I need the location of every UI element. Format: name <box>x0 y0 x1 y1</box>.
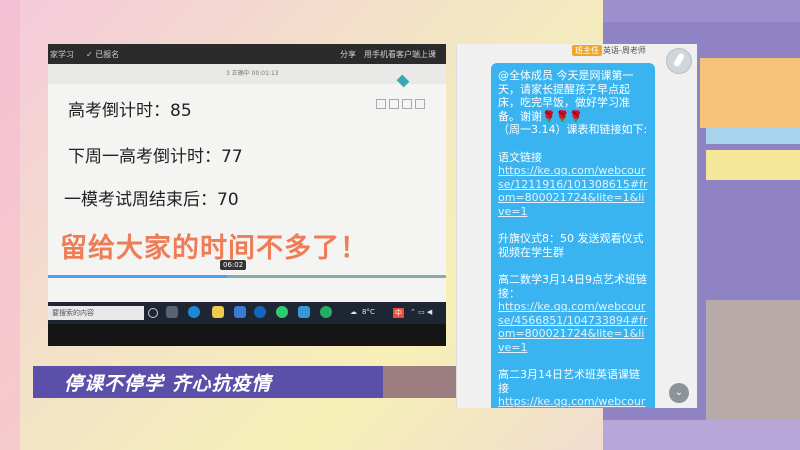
temperature-readout: 8°C <box>362 308 375 316</box>
slide-slogan: 留给大家的时间不多了！ <box>60 233 368 264</box>
slide-toolbar: 3 正确中 00:01:13 <box>48 64 446 84</box>
video-topbar: 家学习 ✓ 已报名 分享 用手机看 客户端上课 <box>48 44 446 64</box>
chat-panel[interactable]: 班主任 英语-周老师 @全体成员 今天是网课第一天，请家长提醒孩子早点起床，吃完… <box>456 44 697 408</box>
time-tooltip: 06:02 <box>220 260 247 270</box>
lenovo-icon[interactable] <box>254 306 266 318</box>
chevron-down-icon[interactable]: ⌄ <box>669 383 689 403</box>
countdown-gaokao: 高考倒计时：85 <box>68 101 192 121</box>
video-bottom-bar <box>48 324 446 346</box>
task-view-icon[interactable] <box>166 306 178 318</box>
message-text: （周一3.14）课表和链接如下: <box>498 123 648 137</box>
background-panel-right-top <box>603 0 800 22</box>
decor-block-orange <box>700 58 800 128</box>
share-button[interactable]: 分享 <box>340 49 356 60</box>
rose-emoji-icon: 🌹🌹🌹 <box>542 109 584 123</box>
ime-indicator[interactable]: 中 <box>393 308 404 318</box>
drawing-tools[interactable] <box>376 94 438 109</box>
slide-toolbar-title: 3 正确中 00:01:13 <box>226 70 279 77</box>
message-text: 语文链接 <box>498 150 542 164</box>
sender-name: 英语-周老师 <box>603 46 646 55</box>
decor-block-blue <box>706 128 800 144</box>
file-explorer-icon[interactable] <box>212 306 224 318</box>
decor-block-brown <box>383 366 458 398</box>
qq-icon[interactable] <box>298 306 310 318</box>
text-icon[interactable] <box>389 99 399 109</box>
progress-fill <box>48 275 228 278</box>
message-text: 高二数学3月14日9点艺术班链接： <box>498 272 647 300</box>
cortana-icon[interactable] <box>148 308 158 318</box>
edge-icon[interactable] <box>188 306 200 318</box>
message-text: 高二3月14日艺术班英语课链接 <box>498 368 640 395</box>
message-spacer <box>498 137 648 151</box>
client-button[interactable]: 客户端上课 <box>396 49 436 60</box>
course-title: 家学习 <box>50 50 74 59</box>
countdown-mock-exam: 一模考试周结束后：70 <box>64 190 239 210</box>
enrolled-status: ✓ 已报名 <box>86 50 120 59</box>
chat-message-bubble[interactable]: @全体成员 今天是网课第一天，请家长提醒孩子早点起床，吃完早饭，做好学习准备。谢… <box>491 63 655 408</box>
video-panel[interactable]: 家学习 ✓ 已报名 分享 用手机看 客户端上课 3 正确中 00:01:13 高… <box>48 44 446 346</box>
system-tray-icons[interactable]: ⌃ ▭ ◀ <box>410 308 432 316</box>
role-badge: 班主任 <box>572 45 602 56</box>
avatar[interactable] <box>666 48 692 74</box>
slogan-banner-text: 停课不停学 齐心抗疫情 <box>64 373 272 395</box>
course-link[interactable]: https://ke.qq.com/webcourse/4566851/1047… <box>498 300 648 354</box>
watch-on-phone-button[interactable]: 用手机看 <box>364 49 396 60</box>
decor-block-lilac <box>603 420 800 450</box>
message-text: @全体成员 今天是网课第一天，请家长提醒孩子早点起床，吃完早饭，做好学习准备。谢… <box>498 69 634 123</box>
message-spacer <box>498 354 648 368</box>
course-link[interactable]: https://ke.qq.com/webcourse/1211916/1013… <box>498 164 648 218</box>
course-link[interactable]: https://ke.qq.com/webcourse/4569773 <box>498 395 648 408</box>
eraser-icon[interactable] <box>415 99 425 109</box>
decor-block-yellow <box>706 150 800 180</box>
weather-icon: ☁ <box>350 308 357 316</box>
wechat-icon[interactable] <box>320 306 332 318</box>
taskbar-search[interactable]: 要搜索的内容 <box>48 306 144 320</box>
chrome-icon[interactable] <box>276 306 288 318</box>
countdown-next-monday: 下周一高考倒计时：77 <box>68 147 243 167</box>
shape-icon[interactable] <box>402 99 412 109</box>
message-spacer <box>498 219 648 233</box>
message-spacer <box>498 259 648 273</box>
background-band-left <box>0 0 20 450</box>
app-icon[interactable] <box>234 306 246 318</box>
message-text: 升旗仪式8：50 发送观看仪式视频在学生群 <box>498 232 644 259</box>
pen-icon[interactable] <box>376 99 386 109</box>
